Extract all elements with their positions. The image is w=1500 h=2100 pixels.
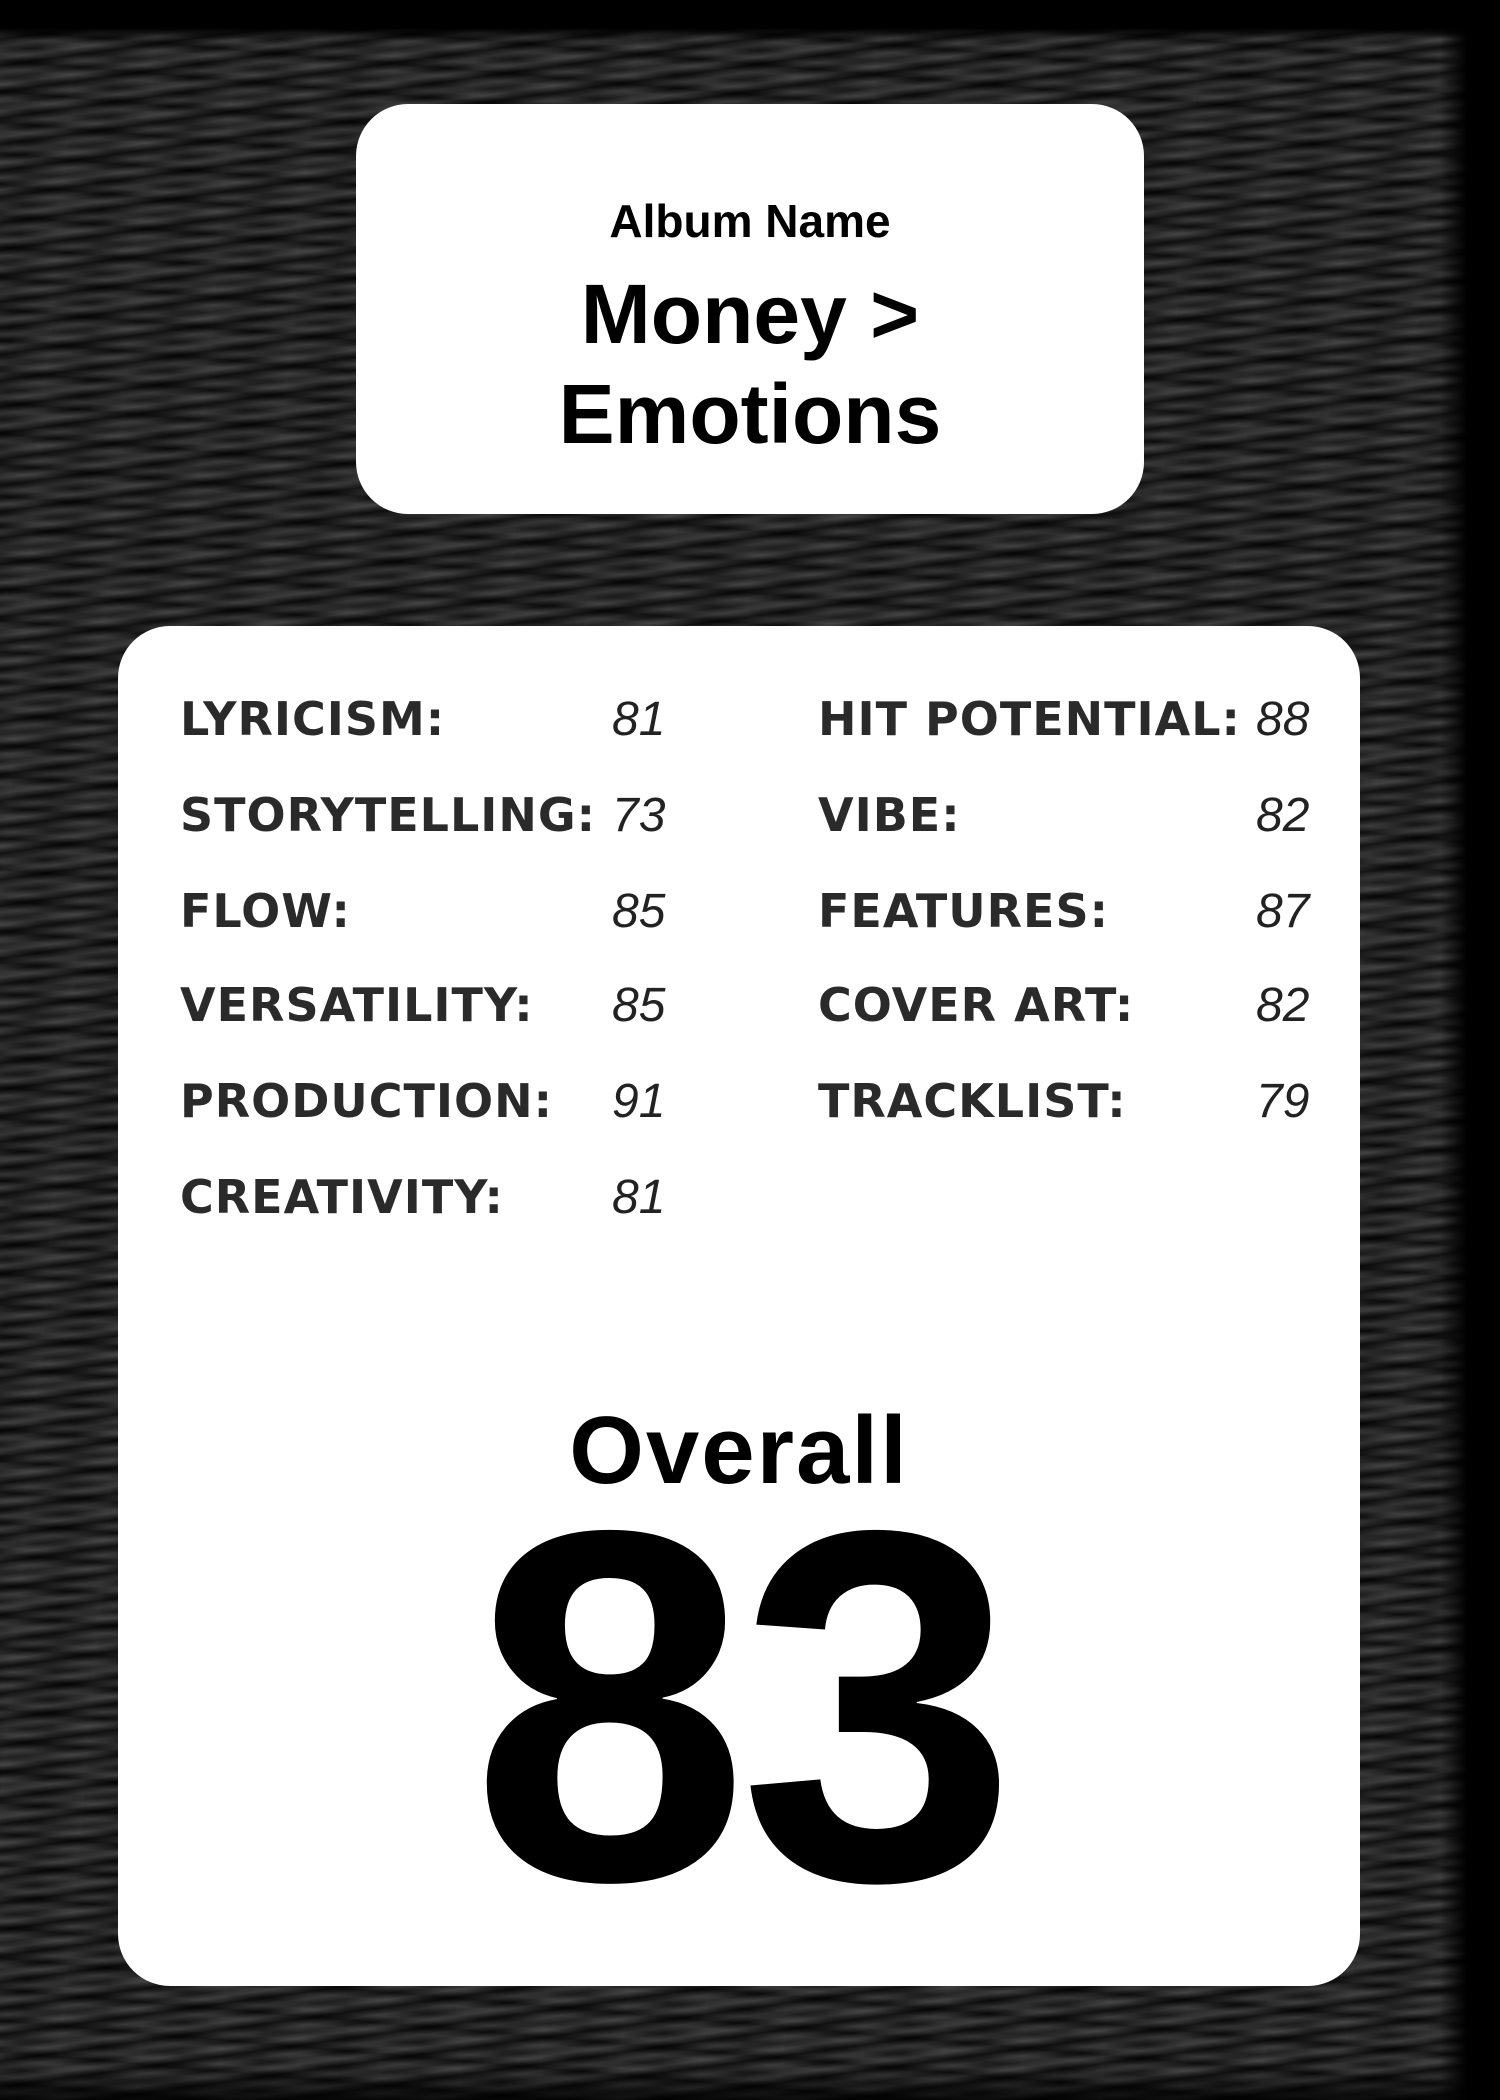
album-title-line-2: Emotions: [558, 367, 942, 461]
overall-score: 83: [470, 1426, 1017, 1985]
stat-value: 82: [1256, 789, 1310, 842]
stat-label: Features:: [818, 884, 1109, 938]
stat-value: 73: [612, 789, 666, 842]
frame-edge-top: [0, 0, 1500, 40]
album-name-label: Album Name: [609, 195, 891, 247]
stat-label: Hit Potential:: [818, 692, 1241, 746]
album-title-card: Album Name Money > Emotions: [356, 104, 1144, 514]
stat-label: Production:: [180, 1074, 554, 1128]
stat-value: 88: [1256, 693, 1310, 746]
stat-label: Versatility:: [180, 978, 534, 1032]
stat-label: Lyricism:: [180, 692, 446, 746]
stat-value: 91: [612, 1075, 666, 1128]
stat-label: Vibe:: [818, 788, 961, 842]
stat-value: 79: [1256, 1075, 1310, 1128]
rating-card-page: Album Name Money > Emotions Lyricism: 81…: [0, 0, 1500, 2100]
stat-label: Tracklist:: [818, 1074, 1127, 1128]
stat-label: Creativity:: [180, 1170, 504, 1224]
stat-value: 81: [612, 693, 666, 746]
stat-value: 85: [612, 979, 666, 1032]
stat-label: Cover Art:: [818, 978, 1135, 1032]
stat-value: 82: [1256, 979, 1310, 1032]
stat-label: Flow:: [180, 884, 351, 938]
album-title-line-1: Money >: [580, 267, 920, 361]
stat-value: 85: [612, 885, 666, 938]
stats-card: Lyricism: 81 Storytelling: 73 Flow: 85 V…: [118, 626, 1360, 1986]
stat-value: 87: [1256, 885, 1310, 938]
frame-edge-bottom: [0, 2070, 1500, 2100]
stat-label: Storytelling:: [180, 788, 597, 842]
album-title: Money > Emotions: [356, 264, 1144, 464]
frame-edge-right: [1440, 0, 1500, 2100]
stat-value: 81: [612, 1171, 666, 1224]
